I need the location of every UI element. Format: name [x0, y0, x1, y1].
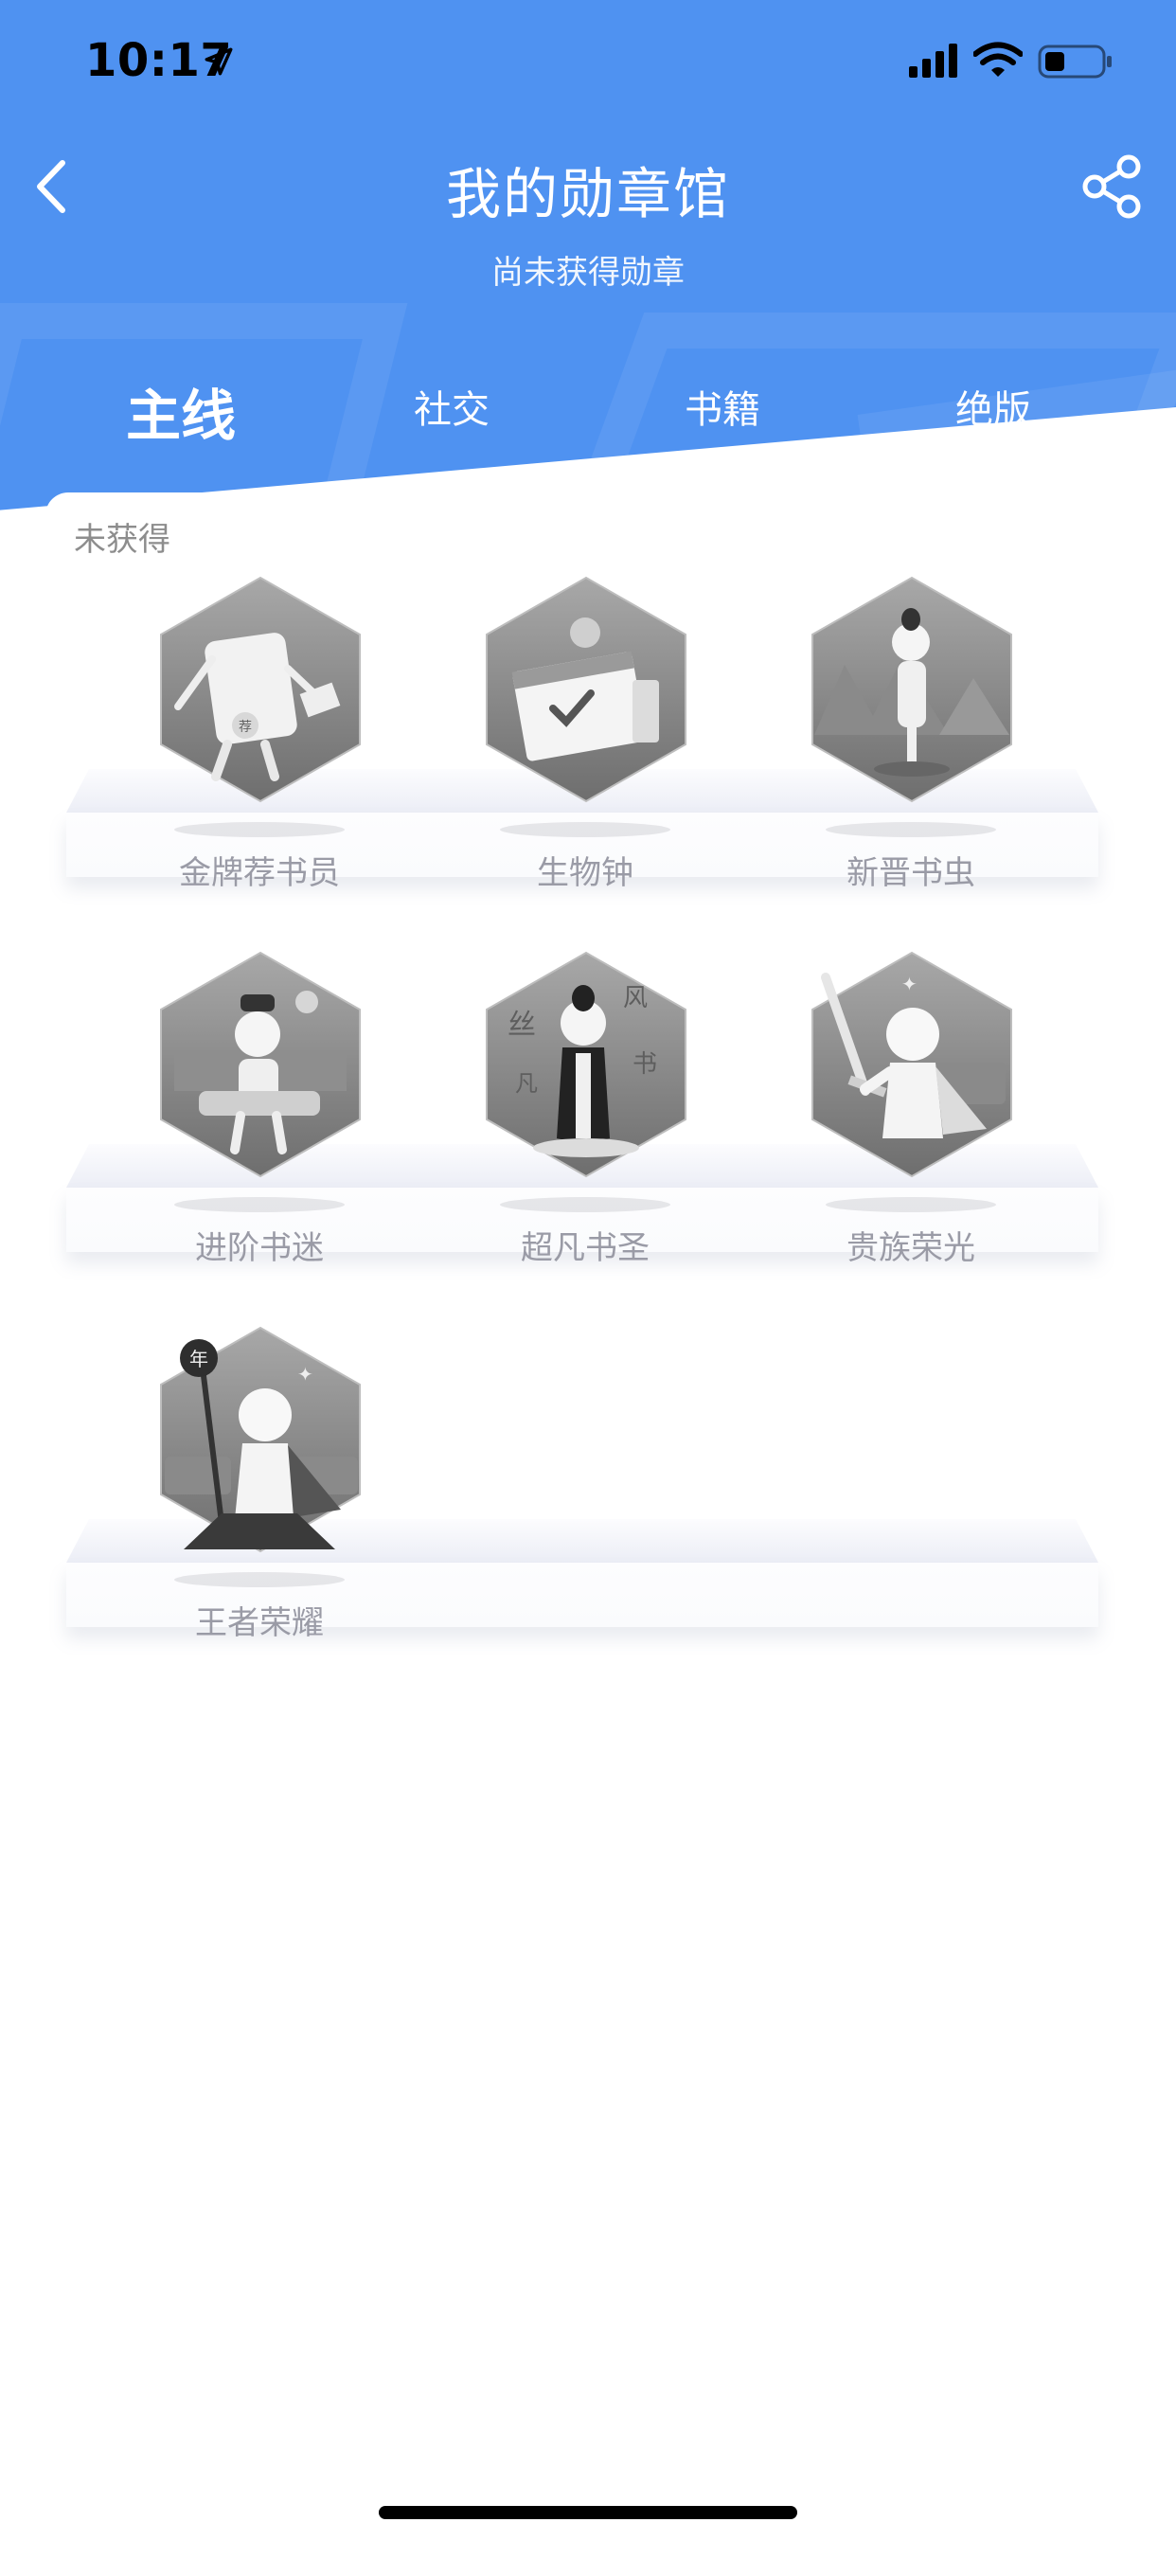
svg-text:书: 书 [633, 1050, 657, 1079]
tab-main[interactable]: 主线 [45, 371, 316, 451]
medal-shadow [500, 1197, 670, 1212]
svg-text:丝: 丝 [508, 1009, 536, 1042]
svg-text:荐: 荐 [239, 720, 252, 735]
medal-name: 王者荣耀 [195, 1604, 324, 1642]
home-indicator[interactable] [379, 2506, 797, 2519]
svg-text:✦: ✦ [901, 973, 918, 995]
medal-name: 金牌荐书员 [179, 854, 340, 892]
tab-limited[interactable]: 绝版 [858, 379, 1129, 434]
location-arrow-icon [205, 47, 233, 76]
page-subtitle: 尚未获得勋章 [491, 254, 685, 292]
medal-advanced-reader[interactable]: 进阶书迷 [117, 949, 401, 1267]
medal-shadow [174, 1197, 345, 1212]
cellular-signal-icon [909, 44, 957, 78]
medal-name: 超凡书圣 [521, 1229, 650, 1267]
category-tabs: 主线 社交 书籍 绝版 [0, 379, 1176, 474]
medal-new-bookworm[interactable]: 新晋书虫 [769, 574, 1053, 892]
medal-king-glory[interactable]: 年 ✦ 王者荣耀 [117, 1324, 401, 1642]
medal-name: 新晋书虫 [846, 854, 975, 892]
status-bar: 10:17 [0, 0, 1176, 123]
king-scepter-badge-icon: 年 ✦ [160, 1326, 361, 1553]
tab-social[interactable]: 社交 [316, 379, 587, 434]
medal-noble-glory[interactable]: ✦ 贵族荣光 [769, 949, 1053, 1267]
medal-name: 进阶书迷 [195, 1229, 324, 1267]
medal-recommender[interactable]: 荐 金牌荐书员 [117, 574, 401, 892]
svg-text:凡: 凡 [515, 1070, 538, 1097]
scholar-landscape-badge-icon [811, 576, 1012, 803]
medal-shadow [826, 1197, 996, 1212]
calligraphy-master-badge-icon: 丝 风 书 凡 [486, 951, 686, 1178]
medal-name: 生物钟 [537, 854, 633, 892]
section-label: 未获得 [74, 521, 170, 559]
knight-sword-badge-icon: ✦ [811, 951, 1012, 1178]
medal-shadow [174, 822, 345, 837]
medal-biological-clock[interactable]: 生物钟 [443, 574, 727, 892]
medal-card: 未获得 荐 金牌荐书员 生物钟 新晋书虫 进阶书迷 丝 风 书 凡 超凡书圣 ✦… [45, 492, 1117, 2576]
page-title: 我的勋章馆 [445, 162, 730, 226]
svg-text:✦: ✦ [297, 1363, 313, 1386]
medal-name: 贵族荣光 [846, 1229, 975, 1267]
svg-text:风: 风 [623, 984, 648, 1012]
calendar-clock-badge-icon [486, 576, 686, 803]
battery-icon [1038, 45, 1112, 79]
medal-shadow [826, 822, 996, 837]
medal-shadow [174, 1572, 345, 1587]
scholar-scroll-badge-icon [160, 951, 361, 1178]
medal-extraordinary-sage[interactable]: 丝 风 书 凡 超凡书圣 [443, 949, 727, 1267]
share-icon[interactable] [1079, 152, 1146, 222]
svg-text:年: 年 [189, 1348, 208, 1370]
recommender-badge-icon: 荐 [160, 576, 361, 803]
tab-books[interactable]: 书籍 [587, 379, 858, 434]
wifi-icon [973, 42, 1023, 77]
medal-shadow [500, 822, 670, 837]
